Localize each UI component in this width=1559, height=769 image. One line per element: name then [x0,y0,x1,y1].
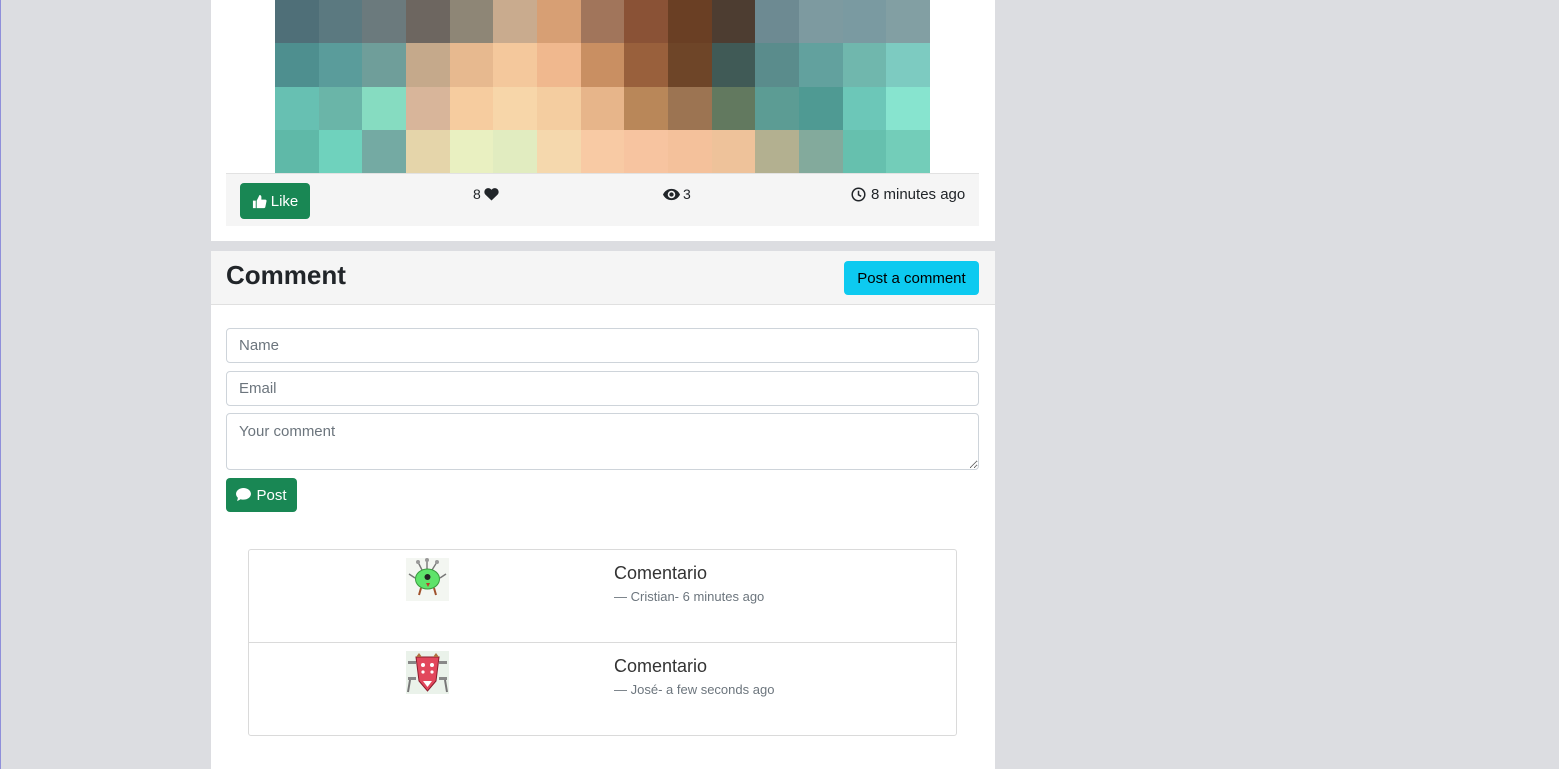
image-pixel [406,0,450,44]
image-pixel [275,86,319,130]
post-button-label: Post [256,486,287,504]
image-pixel [449,43,494,87]
heart-icon [484,188,499,201]
image-pixel [799,0,843,44]
image-pixel [362,0,406,44]
image-pixel [537,129,581,173]
image-pixel [755,43,799,87]
like-button-label: Like [270,192,299,210]
image-pixel [275,0,319,44]
views-stat: 3 [663,186,691,202]
image-pixel [449,129,494,173]
comment-icon [236,488,252,502]
post-button[interactable]: Post [226,478,297,512]
image-pixel [799,86,843,130]
post-image[interactable] [275,0,930,173]
pixelated-image-grid [275,0,930,173]
image-pixel [711,129,756,173]
image-pixel [449,0,494,44]
image-pixel [318,129,363,173]
list-item: Comentario — Cristian- 6 minutes ago [249,550,956,642]
image-pixel [493,86,537,130]
comments-title: Comment [226,260,346,290]
eye-icon [663,188,680,200]
image-pixel [624,0,668,44]
image-pixel [580,43,625,87]
post-footer: Like 8 3 8 minutes ago [226,173,979,226]
image-pixel [493,0,537,44]
name-input[interactable] [226,328,979,363]
image-pixel [624,43,668,87]
image-pixel [580,0,625,44]
image-pixel [711,0,756,44]
window-edge [0,0,1,769]
list-item: Comentario — José- a few seconds ago [249,642,956,736]
avatar [406,558,449,601]
comment-text: Comentario [614,563,708,583]
comment-meta: — José- a few seconds ago [614,682,775,697]
comments-card: Comment Post a comment Post Comentario [211,251,995,769]
image-pixel [755,86,799,130]
image-pixel [886,86,930,130]
image-pixel [362,43,406,87]
image-pixel [755,129,799,173]
post-time: 8 minutes ago [851,186,965,203]
post-card: Like 8 3 8 minutes ago [211,0,995,241]
comment-list: Comentario — Cristian- 6 minutes ago Com… [248,549,957,736]
email-input[interactable] [226,371,979,406]
image-pixel [886,129,930,173]
image-pixel [275,43,319,87]
image-pixel [624,129,668,173]
avatar [406,651,449,694]
image-pixel [711,86,756,130]
image-pixel [406,129,450,173]
image-pixel [668,0,712,44]
image-pixel [537,43,581,87]
image-pixel [362,86,406,130]
image-pixel [624,86,668,130]
comment-meta: — Cristian- 6 minutes ago [614,589,765,604]
likes-count: 8 [473,186,481,202]
image-pixel [493,43,537,87]
image-pixel [406,86,450,130]
image-pixel [318,86,363,130]
image-pixel [493,129,537,173]
image-pixel [668,43,712,87]
image-pixel [362,129,406,173]
image-pixel [886,43,930,87]
image-pixel [668,129,712,173]
post-a-comment-button[interactable]: Post a comment [844,261,979,295]
image-pixel [537,86,581,130]
views-count: 3 [683,186,691,202]
comments-header: Comment Post a comment [211,251,995,305]
clock-icon [851,187,866,202]
likes-stat: 8 [473,186,499,202]
image-pixel [537,0,581,44]
post-time-text: 8 minutes ago [871,186,966,203]
image-pixel [318,43,363,87]
image-pixel [842,86,887,130]
image-pixel [755,0,799,44]
image-pixel [449,86,494,130]
image-pixel [580,129,625,173]
image-pixel [275,129,319,173]
comment-text: Comentario [614,656,708,676]
image-pixel [842,0,887,44]
image-pixel [799,43,843,87]
image-pixel [318,0,363,44]
image-pixel [711,43,756,87]
like-button[interactable]: Like [240,183,310,219]
thumbs-up-icon [252,194,267,208]
image-pixel [406,43,450,87]
image-pixel [668,86,712,130]
image-pixel [799,129,843,173]
image-pixel [842,129,887,173]
comment-textarea[interactable] [226,413,979,470]
image-pixel [580,86,625,130]
image-pixel [886,0,930,44]
image-pixel [842,43,887,87]
